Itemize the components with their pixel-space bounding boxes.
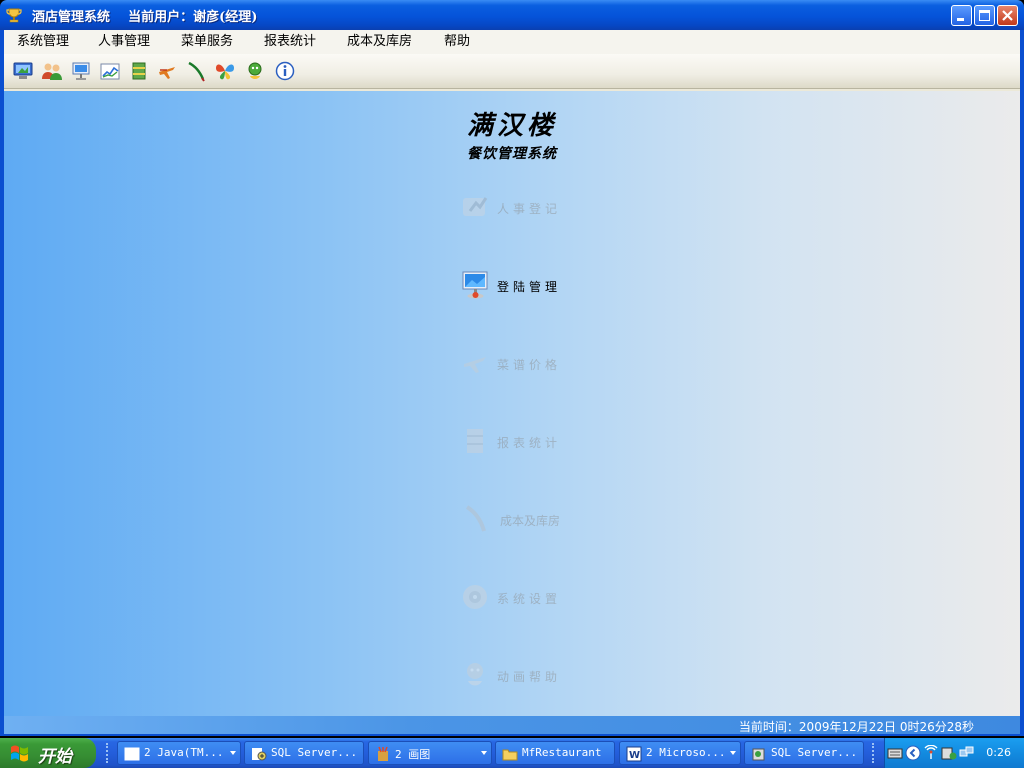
paint-icon [378, 746, 388, 761]
task-java[interactable]: 2 Java(TM... [117, 741, 241, 765]
help-icon [467, 663, 483, 686]
settings-icon [463, 585, 487, 609]
sql-service-icon[interactable] [941, 745, 957, 761]
menu-dining-service[interactable]: 菜单服务 [181, 32, 233, 52]
window-icon [124, 747, 140, 761]
nav-personnel-register[interactable]: 人事登记 [460, 191, 580, 227]
task-mfrestaurant-folder[interactable]: MfRestaurant [495, 741, 615, 765]
info-icon[interactable] [274, 60, 296, 82]
group-arrow-icon [730, 751, 736, 755]
status-time-label: 当前时间： [738, 720, 799, 734]
nav-system-settings[interactable]: 系统设置 [460, 581, 580, 617]
monitor-icon[interactable] [70, 60, 92, 82]
svg-text:W: W [629, 750, 640, 761]
nav-login-management[interactable]: 登陆管理 [460, 269, 580, 305]
status-time-value: 2009年12月22日 0时26分28秒 [798, 720, 974, 734]
nav-menu-price[interactable]: 菜谱价格 [460, 347, 580, 383]
maximize-icon [979, 10, 990, 21]
maximize-button[interactable] [974, 5, 995, 26]
nav-cost-warehouse[interactable]: 成本及库房 [460, 503, 580, 539]
sql-icon [252, 748, 267, 761]
task-paint[interactable]: 2 画图 [368, 741, 492, 765]
status-bar: 当前时间：2009年12月22日 0时26分28秒 [4, 716, 1020, 734]
toolbar [4, 54, 1020, 89]
menu-price-icon [464, 357, 486, 373]
main-panel: 满汉楼 餐饮管理系统 人事登记 登陆管理 菜谱价格 报表统计 成本及库房 系统设… [4, 91, 1020, 716]
menu-cost-warehouse[interactable]: 成本及库房 [347, 32, 412, 52]
minimize-icon [957, 18, 964, 21]
keyboard-icon[interactable] [887, 745, 903, 761]
sql-manager-icon [752, 748, 765, 761]
taskbar-grip[interactable] [872, 743, 876, 763]
word-icon: W [626, 746, 642, 762]
users-icon[interactable] [41, 60, 63, 82]
title-bar[interactable]: 酒店管理系统 当前用户：谢彦(经理) [0, 0, 1024, 30]
book-icon[interactable] [128, 60, 150, 82]
group-arrow-icon [230, 751, 236, 755]
register-icon [463, 197, 488, 216]
wireless-icon[interactable] [923, 745, 939, 761]
folder-icon [502, 749, 518, 761]
task-sql-server[interactable]: SQL Server... [244, 741, 364, 765]
window-title: 酒店管理系统 当前用户：谢彦(经理) [32, 10, 258, 25]
system-tray: 0:26 [884, 738, 1024, 768]
clock[interactable]: 0:26 [986, 746, 1011, 759]
network-icon[interactable] [959, 745, 975, 761]
menu-system[interactable]: 系统管理 [17, 32, 69, 52]
task-sql-server-manager[interactable]: SQL Server... [744, 741, 864, 765]
trophy-icon [6, 8, 22, 23]
group-arrow-icon [481, 751, 487, 755]
tray-expand-icon[interactable] [905, 745, 921, 761]
menu-personnel[interactable]: 人事管理 [98, 32, 150, 52]
feather-icon[interactable] [185, 60, 207, 82]
start-button[interactable]: 开始 [0, 738, 96, 768]
login-monitor-icon [462, 271, 488, 299]
menu-bar: 系统管理 人事管理 菜单服务 报表统计 成本及库房 帮助 [4, 30, 1020, 54]
taskbar-grip[interactable] [106, 743, 110, 763]
butterfly-icon[interactable] [214, 60, 236, 82]
menu-help[interactable]: 帮助 [444, 32, 470, 52]
help-figure-icon[interactable] [244, 60, 266, 82]
brand-title: 满汉楼 [466, 111, 557, 141]
close-icon [1002, 10, 1013, 21]
windows-logo-icon [11, 745, 28, 762]
nav-report-stats[interactable]: 报表统计 [460, 425, 580, 461]
computer-icon[interactable] [12, 60, 34, 82]
chart-icon[interactable] [99, 60, 121, 82]
report-icon [467, 429, 483, 453]
plane-icon[interactable] [156, 60, 178, 82]
taskbar: 开始 2 Java(TM... SQL Server... 2 画图 MfRes… [0, 738, 1024, 768]
task-microsoft-word[interactable]: W 2 Microso... [619, 741, 741, 765]
nav-animated-help[interactable]: 动画帮助 [460, 659, 580, 695]
minimize-button[interactable] [951, 5, 972, 26]
brand-subtitle: 餐饮管理系统 [467, 146, 557, 162]
close-button[interactable] [997, 5, 1018, 26]
menu-reports[interactable]: 报表统计 [264, 32, 316, 52]
feather-icon [465, 505, 486, 532]
